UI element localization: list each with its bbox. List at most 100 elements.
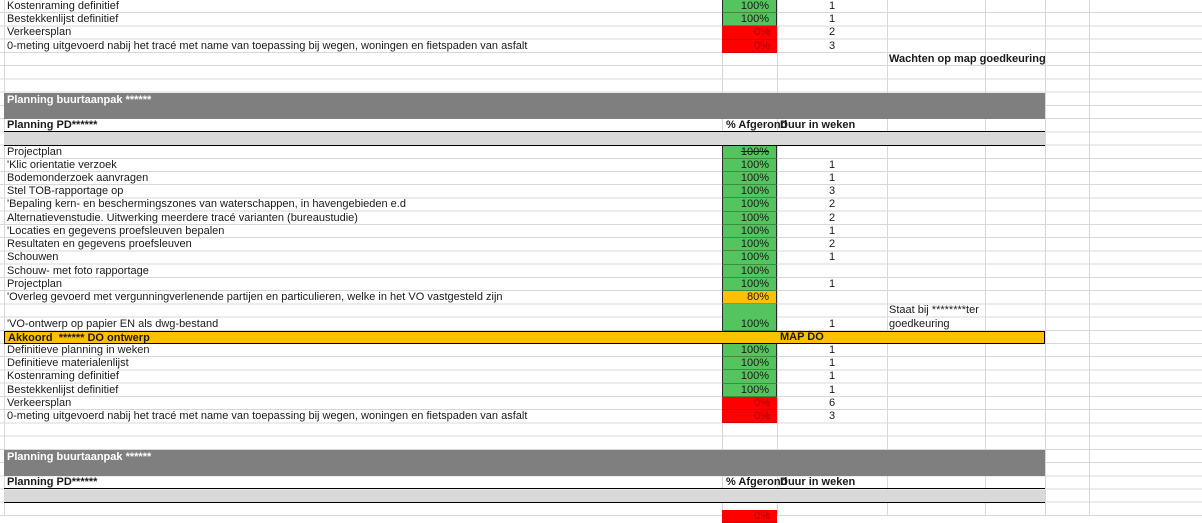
- table-row: Wachten op map goedkeuring: [0, 53, 1202, 66]
- task-cell[interactable]: Projectplan: [7, 278, 1202, 291]
- duration-column-header[interactable]: Duur in weken: [780, 119, 855, 132]
- percent-cell[interactable]: 0%: [722, 40, 777, 53]
- table-row: 'Locaties en gegevens proefsleuven bepal…: [0, 225, 1202, 238]
- task-cell[interactable]: 'Klic orientatie verzoek: [7, 159, 1202, 172]
- grayrow-row: [0, 490, 1202, 503]
- duration-cell[interactable]: 6: [777, 397, 887, 410]
- empty-row: [0, 423, 1202, 436]
- duration-cell[interactable]: 1: [777, 384, 887, 397]
- duration-cell[interactable]: 1: [777, 370, 887, 383]
- duration-cell[interactable]: 2: [777, 26, 887, 39]
- duration-cell[interactable]: 1: [777, 344, 887, 357]
- task-cell[interactable]: Verkeersplan: [7, 26, 1202, 39]
- duration-cell[interactable]: 2: [777, 238, 887, 251]
- task-cell[interactable]: Kostenraming definitief: [7, 0, 1202, 13]
- task-cell[interactable]: 0-meting uitgevoerd nabij het tracé met …: [7, 410, 1202, 423]
- task-cell[interactable]: Bestekkenlijst definitief: [7, 13, 1202, 26]
- table-row: 'Overleg gevoerd met vergunningverlenend…: [0, 291, 1202, 304]
- task-cell[interactable]: Verkeersplan: [7, 397, 1202, 410]
- spreadsheet: Kostenraming definitief100%1Bestekkenlij…: [0, 0, 1202, 516]
- task-cell[interactable]: 'Locaties en gegevens proefsleuven bepal…: [7, 225, 1202, 238]
- duration-cell[interactable]: 2: [777, 212, 887, 225]
- duration-cell[interactable]: 3: [777, 40, 887, 53]
- duration-cell[interactable]: 1: [777, 318, 887, 331]
- section-header-band[interactable]: Planning buurtaanpak ******: [4, 93, 1045, 119]
- percent-column-header[interactable]: % Afgerond: [726, 119, 787, 132]
- subheader-gray-row[interactable]: [4, 490, 1045, 503]
- task-cell[interactable]: Stel TOB-rapportage op: [7, 185, 1202, 198]
- percent-cell[interactable]: 100%: [722, 159, 777, 172]
- section-header-band[interactable]: Planning buurtaanpak ******: [4, 450, 1045, 476]
- task-cell[interactable]: Kostenraming definitief: [7, 370, 1202, 383]
- task-cell[interactable]: Bodemonderzoek aanvragen: [7, 172, 1202, 185]
- percent-cell[interactable]: 100%: [722, 146, 777, 159]
- percent-column-header[interactable]: % Afgerond: [726, 476, 787, 489]
- duration-cell[interactable]: 3: [777, 185, 887, 198]
- colhead-row: Planning PD******% AfgerondDuur in weken: [0, 119, 1202, 132]
- percent-cell[interactable]: 100%: [722, 225, 777, 238]
- task-cell[interactable]: Alternatievenstudie. Uitwerking meerdere…: [7, 212, 1202, 225]
- task-cell[interactable]: Definitieve materialenlijst: [7, 357, 1202, 370]
- duration-column-header[interactable]: Duur in weken: [780, 476, 855, 489]
- duration-cell[interactable]: 1: [777, 13, 887, 26]
- note-cell[interactable]: Staat bij ********ter: [889, 304, 979, 317]
- duration-cell[interactable]: 1: [777, 159, 887, 172]
- percent-cell[interactable]: 100%: [722, 13, 777, 26]
- percent-cell[interactable]: 100%: [722, 278, 777, 291]
- note-cell[interactable]: goedkeuring: [889, 318, 950, 331]
- table-row: Stel TOB-rapportage op100%3: [0, 185, 1202, 198]
- akkoord-label: Akkoord ****** DO ontwerp: [8, 332, 1044, 343]
- duration-cell[interactable]: 1: [777, 357, 887, 370]
- percent-cell[interactable]: 100%: [722, 370, 777, 383]
- percent-cell[interactable]: 0%: [722, 397, 777, 410]
- table-row: Resultaten en gegevens proefsleuven100%2: [0, 238, 1202, 251]
- percent-cell[interactable]: 100%: [722, 265, 777, 278]
- task-cell[interactable]: Projectplan: [7, 146, 1202, 159]
- band-row: Planning buurtaanpak ******: [0, 450, 1202, 476]
- task-cell[interactable]: Bestekkenlijst definitief: [7, 384, 1202, 397]
- task-cell[interactable]: 0-meting uitgevoerd nabij het tracé met …: [7, 40, 1202, 53]
- map-do-label: MAP DO: [780, 331, 824, 344]
- percent-cell[interactable]: 80%: [722, 291, 777, 304]
- duration-cell[interactable]: 1: [777, 0, 887, 13]
- percent-cell[interactable]: 100%: [722, 357, 777, 370]
- percent-cell[interactable]: 100%: [722, 384, 777, 397]
- note-cell[interactable]: Wachten op map goedkeuring: [889, 53, 1046, 66]
- akkoord-row[interactable]: Akkoord ****** DO ontwerp: [4, 331, 1045, 344]
- percent-cell[interactable]: 100%: [722, 172, 777, 185]
- band-row: Planning buurtaanpak ******: [0, 93, 1202, 119]
- percent-cell[interactable]: 0%: [722, 510, 777, 523]
- percent-cell[interactable]: [722, 304, 777, 317]
- percent-cell[interactable]: 100%: [722, 198, 777, 211]
- subheader-gray-row[interactable]: [4, 132, 1045, 145]
- task-cell[interactable]: Definitieve planning in weken: [7, 344, 1202, 357]
- duration-cell[interactable]: 1: [777, 278, 887, 291]
- duration-cell[interactable]: 3: [777, 410, 887, 423]
- task-cell[interactable]: 'VO-ontwerp op papier EN als dwg-bestand: [7, 318, 1202, 331]
- task-cell[interactable]: Resultaten en gegevens proefsleuven: [7, 238, 1202, 251]
- duration-cell[interactable]: 1: [777, 225, 887, 238]
- percent-cell[interactable]: 100%: [722, 238, 777, 251]
- table-row: Definitieve planning in weken100%1: [0, 344, 1202, 357]
- plan-title-cell[interactable]: Planning PD******: [7, 476, 1202, 489]
- duration-cell[interactable]: 1: [777, 251, 887, 264]
- duration-cell[interactable]: 1: [777, 172, 887, 185]
- percent-cell[interactable]: 100%: [722, 251, 777, 264]
- duration-cell[interactable]: 2: [777, 198, 887, 211]
- plan-title-cell[interactable]: Planning PD******: [7, 119, 1202, 132]
- table-row: Staat bij ********ter: [0, 304, 1202, 317]
- percent-cell[interactable]: 100%: [722, 212, 777, 225]
- percent-cell[interactable]: 100%: [722, 185, 777, 198]
- task-cell[interactable]: Schouw- met foto rapportage: [7, 265, 1202, 278]
- task-cell[interactable]: Schouwen: [7, 251, 1202, 264]
- percent-cell[interactable]: 100%: [722, 344, 777, 357]
- empty-row: [0, 79, 1202, 92]
- percent-cell[interactable]: 0%: [722, 410, 777, 423]
- empty-row: [0, 437, 1202, 450]
- percent-cell[interactable]: 100%: [722, 318, 777, 331]
- percent-cell[interactable]: 0%: [722, 26, 777, 39]
- task-cell[interactable]: 'Bepaling kern- en beschermingszones van…: [7, 198, 1202, 211]
- table-row: Schouw- met foto rapportage100%: [0, 265, 1202, 278]
- percent-cell[interactable]: 100%: [722, 0, 777, 13]
- task-cell[interactable]: 'Overleg gevoerd met vergunningverlenend…: [7, 291, 1202, 304]
